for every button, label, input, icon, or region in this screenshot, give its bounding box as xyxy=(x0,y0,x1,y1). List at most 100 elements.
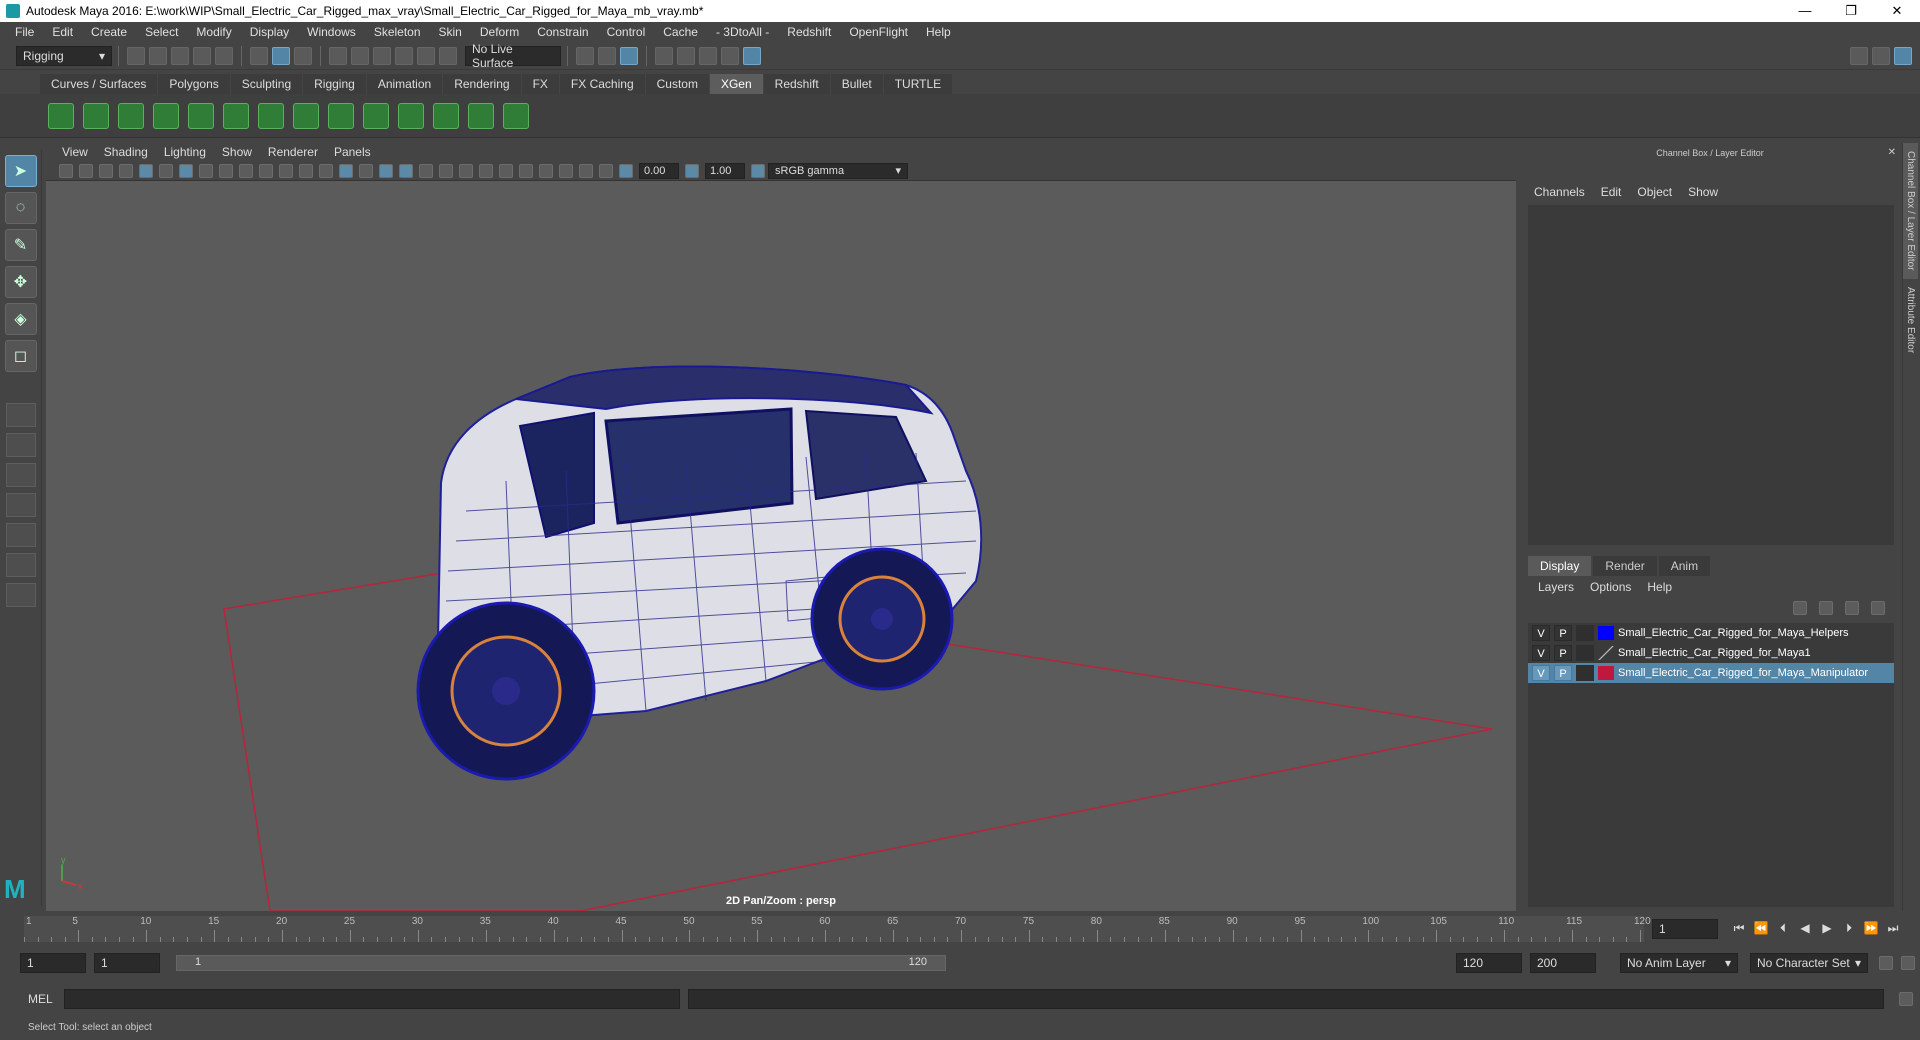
layer-color-swatch[interactable] xyxy=(1598,626,1614,640)
go-to-end-icon[interactable]: ⏭ xyxy=(1882,921,1904,936)
anim-layer-dropdown[interactable]: No Anim Layer ▾ xyxy=(1620,953,1738,973)
menu-windows[interactable]: Windows xyxy=(298,25,365,39)
menu-help[interactable]: Help xyxy=(917,25,960,39)
pan-zoom-icon[interactable] xyxy=(139,163,153,178)
film-gate-icon[interactable] xyxy=(199,163,213,178)
channel-box-menu-show[interactable]: Show xyxy=(1680,185,1726,199)
xray-active-icon[interactable] xyxy=(579,163,593,178)
snap-view-icon[interactable] xyxy=(395,46,413,65)
menu-openflight[interactable]: OpenFlight xyxy=(840,25,917,39)
shelf-tab-rigging[interactable]: Rigging xyxy=(303,74,366,94)
auto-key-icon[interactable] xyxy=(1879,956,1893,970)
paint-select-icon[interactable]: ✎ xyxy=(4,229,37,261)
layer-menu-help[interactable]: Help xyxy=(1639,580,1680,594)
safe-title-icon[interactable] xyxy=(299,163,313,178)
menu-constrain[interactable]: Constrain xyxy=(528,25,597,39)
magnet-icon[interactable] xyxy=(439,46,457,65)
camera-lock-icon[interactable] xyxy=(79,163,93,178)
layer-visibility-toggle[interactable]: V xyxy=(1532,645,1550,661)
shadows-icon[interactable] xyxy=(439,163,453,178)
smooth-shade-icon[interactable] xyxy=(339,163,353,178)
wireframe-icon[interactable] xyxy=(319,163,333,178)
layer-color-swatch[interactable] xyxy=(1598,646,1614,660)
channel-box-menu-object[interactable]: Object xyxy=(1629,185,1680,199)
shelf-tab-rendering[interactable]: Rendering xyxy=(443,74,521,94)
hypershade-icon[interactable] xyxy=(743,46,761,65)
time-slider-track[interactable]: 1 5 10 15 20 25 30 35 40 45 50 55 60 65 70 75 80 85 90 95 1… xyxy=(24,916,1651,942)
color-management-icon[interactable] xyxy=(751,163,765,178)
shelf-tab-curves-surfaces[interactable]: Curves / Surfaces xyxy=(40,74,158,94)
menu-skin[interactable]: Skin xyxy=(430,25,471,39)
play-forwards-icon[interactable]: ▶ xyxy=(1816,921,1838,936)
new-scene-icon[interactable] xyxy=(127,46,145,65)
xgen-convert-icon[interactable] xyxy=(503,102,529,129)
xray-icon[interactable] xyxy=(399,163,413,178)
input-output-icon[interactable] xyxy=(598,46,616,65)
move-layer-down-icon[interactable] xyxy=(1819,601,1833,615)
xgen-preview-icon[interactable] xyxy=(83,102,109,129)
menu-control[interactable]: Control xyxy=(598,25,655,39)
shelf-tab-fx-caching[interactable]: FX Caching xyxy=(559,74,645,94)
xgen-tube-icon[interactable] xyxy=(468,102,494,129)
current-frame-field[interactable]: 1 xyxy=(1652,919,1718,939)
symmetry-icon[interactable] xyxy=(620,46,638,65)
backface-cull-icon[interactable] xyxy=(599,163,613,178)
shelf-tab-animation[interactable]: Animation xyxy=(366,74,443,94)
viewport-menu-shading[interactable]: Shading xyxy=(96,145,156,159)
shelf-tab-custom[interactable]: Custom xyxy=(645,74,709,94)
play-backwards-icon[interactable]: ◀ xyxy=(1794,921,1816,936)
mel-label[interactable]: MEL xyxy=(28,992,53,1006)
viewport-menu-renderer[interactable]: Renderer xyxy=(260,145,326,159)
wireframe-on-shaded-icon[interactable] xyxy=(379,163,393,178)
viewport-menu-lighting[interactable]: Lighting xyxy=(156,145,214,159)
gate-mask-icon[interactable] xyxy=(239,163,253,178)
xgen-editor-icon[interactable] xyxy=(48,102,74,129)
layout-graph-icon[interactable] xyxy=(5,523,36,547)
color-space-dropdown[interactable]: sRGB gamma ▾ xyxy=(768,162,908,179)
shelf-tab-bullet[interactable]: Bullet xyxy=(830,74,883,94)
camera-select-icon[interactable] xyxy=(59,163,73,178)
snap-surface-icon[interactable] xyxy=(417,46,435,65)
gamma-field[interactable]: 1.00 xyxy=(705,162,745,179)
new-layer-icon[interactable] xyxy=(1845,601,1859,615)
open-scene-icon[interactable] xyxy=(149,46,167,65)
step-forward-key-icon[interactable]: ⏩ xyxy=(1860,921,1882,936)
menu-file[interactable]: File xyxy=(6,25,43,39)
exposure-icon[interactable] xyxy=(619,163,633,178)
close-button[interactable]: ✕ xyxy=(1874,0,1920,22)
menu-deform[interactable]: Deform xyxy=(471,25,528,39)
select-hierarchy-icon[interactable] xyxy=(250,46,268,65)
snap-grid-icon[interactable] xyxy=(329,46,347,65)
viewport-menu-view[interactable]: View xyxy=(54,145,96,159)
lasso-tool-icon[interactable]: ◌ xyxy=(4,192,37,224)
perspective-viewport[interactable]: y x 2D Pan/Zoom : persp xyxy=(46,181,1516,911)
motion-blur-icon[interactable] xyxy=(479,163,493,178)
animation-start-field[interactable]: 1 xyxy=(20,953,86,973)
channel-box-area[interactable] xyxy=(1528,205,1894,545)
layer-playback-toggle[interactable]: P xyxy=(1554,625,1572,641)
menu-edit[interactable]: Edit xyxy=(43,25,82,39)
layer-display-type[interactable] xyxy=(1576,645,1594,661)
xgen-comb-icon[interactable] xyxy=(433,102,459,129)
rotate-tool-icon[interactable]: ◈ xyxy=(4,303,37,335)
layer-menu-options[interactable]: Options xyxy=(1582,580,1639,594)
playback-start-field[interactable]: 1 xyxy=(94,953,160,973)
redo-icon[interactable] xyxy=(215,46,233,65)
playback-end-field[interactable]: 120 xyxy=(1456,953,1522,973)
anti-aliasing-icon[interactable] xyxy=(499,163,513,178)
snap-curve-icon[interactable] xyxy=(351,46,369,65)
field-chart-icon[interactable] xyxy=(259,163,273,178)
scale-tool-icon[interactable]: ◻ xyxy=(4,340,37,372)
exposure-field[interactable]: 0.00 xyxy=(639,162,679,179)
workspace-layout-icon[interactable] xyxy=(1850,46,1868,65)
go-to-start-icon[interactable]: ⏮ xyxy=(1728,921,1750,936)
channel-box-menu-channels[interactable]: Channels xyxy=(1526,185,1593,199)
character-set-dropdown[interactable]: No Character Set ▾ xyxy=(1750,953,1868,973)
xgen-layer-icon[interactable] xyxy=(363,102,389,129)
layout-more-icon[interactable] xyxy=(5,583,36,607)
layer-menu-layers[interactable]: Layers xyxy=(1530,580,1582,594)
xgen-guide-sculpt-icon[interactable] xyxy=(188,102,214,129)
select-component-icon[interactable] xyxy=(294,46,312,65)
grease-pencil-icon[interactable] xyxy=(159,163,173,178)
layout-hypershade-icon[interactable] xyxy=(5,553,36,577)
